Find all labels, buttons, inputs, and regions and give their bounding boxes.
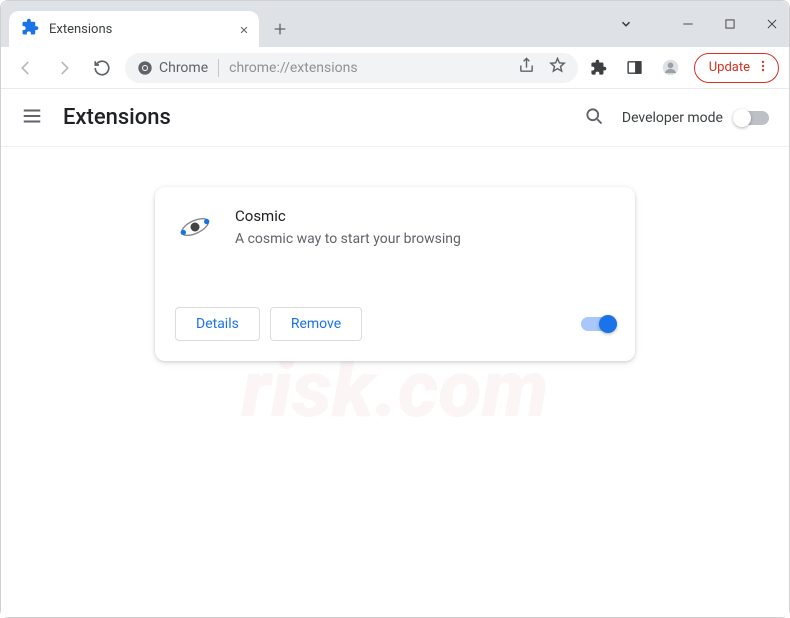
extensions-page: Extensions Developer mode PC risk.com [1,89,789,617]
omnibox-url: chrome://extensions [229,60,508,76]
developer-mode-toggle[interactable] [735,111,769,125]
profile-button[interactable] [658,55,684,81]
update-button[interactable]: Update [694,53,779,83]
titlebar: Extensions [1,1,789,47]
tab-close-button[interactable] [239,20,249,39]
developer-mode-label: Developer mode [622,110,723,126]
extension-info: Cosmic A cosmic way to start your browsi… [235,207,615,247]
menu-button[interactable] [21,105,43,131]
omnibox-divider [218,59,219,77]
window-controls [617,1,781,47]
browser-window: Extensions [0,0,790,618]
remove-button[interactable]: Remove [270,307,362,341]
omnibox-scheme: Chrome [137,60,208,76]
maximize-button[interactable] [721,15,739,33]
forward-button[interactable] [49,53,79,83]
extension-actions: Details Remove [175,307,615,341]
omnibox[interactable]: Chrome chrome://extensions [125,53,578,83]
close-window-button[interactable] [763,15,781,33]
extensions-tab-icon [21,18,39,40]
extension-icon [175,207,215,247]
details-button[interactable]: Details [175,307,260,341]
extensions-grid: PC risk.com Cosmic A cosmi [1,147,789,617]
menu-icon [756,59,770,77]
share-icon[interactable] [518,57,535,78]
toolbar-right: Update [586,53,779,83]
back-button[interactable] [11,53,41,83]
toolbar: Chrome chrome://extensions Update [1,47,789,89]
developer-mode: Developer mode [622,110,769,126]
omnibox-scheme-label: Chrome [159,60,208,76]
extension-header: Cosmic A cosmic way to start your browsi… [175,207,615,247]
extensions-button[interactable] [586,55,612,81]
page-header: Extensions Developer mode [1,89,789,147]
omnibox-actions [518,57,566,78]
extension-name: Cosmic [235,207,615,225]
extension-toggle[interactable] [581,317,615,331]
update-label: Update [709,60,750,75]
tab-title: Extensions [49,22,229,37]
search-button[interactable] [584,106,604,130]
bookmark-icon[interactable] [549,57,566,78]
browser-tab[interactable]: Extensions [9,11,259,47]
page-header-right: Developer mode [584,106,769,130]
extension-card: Cosmic A cosmic way to start your browsi… [155,187,635,361]
extension-description: A cosmic way to start your browsing [235,231,615,247]
reload-button[interactable] [87,53,117,83]
new-tab-button[interactable] [265,14,295,44]
page-title: Extensions [63,105,171,130]
minimize-button[interactable] [679,15,697,33]
chrome-icon [137,60,153,76]
side-panel-button[interactable] [622,55,648,81]
tab-search-button[interactable] [617,15,635,33]
